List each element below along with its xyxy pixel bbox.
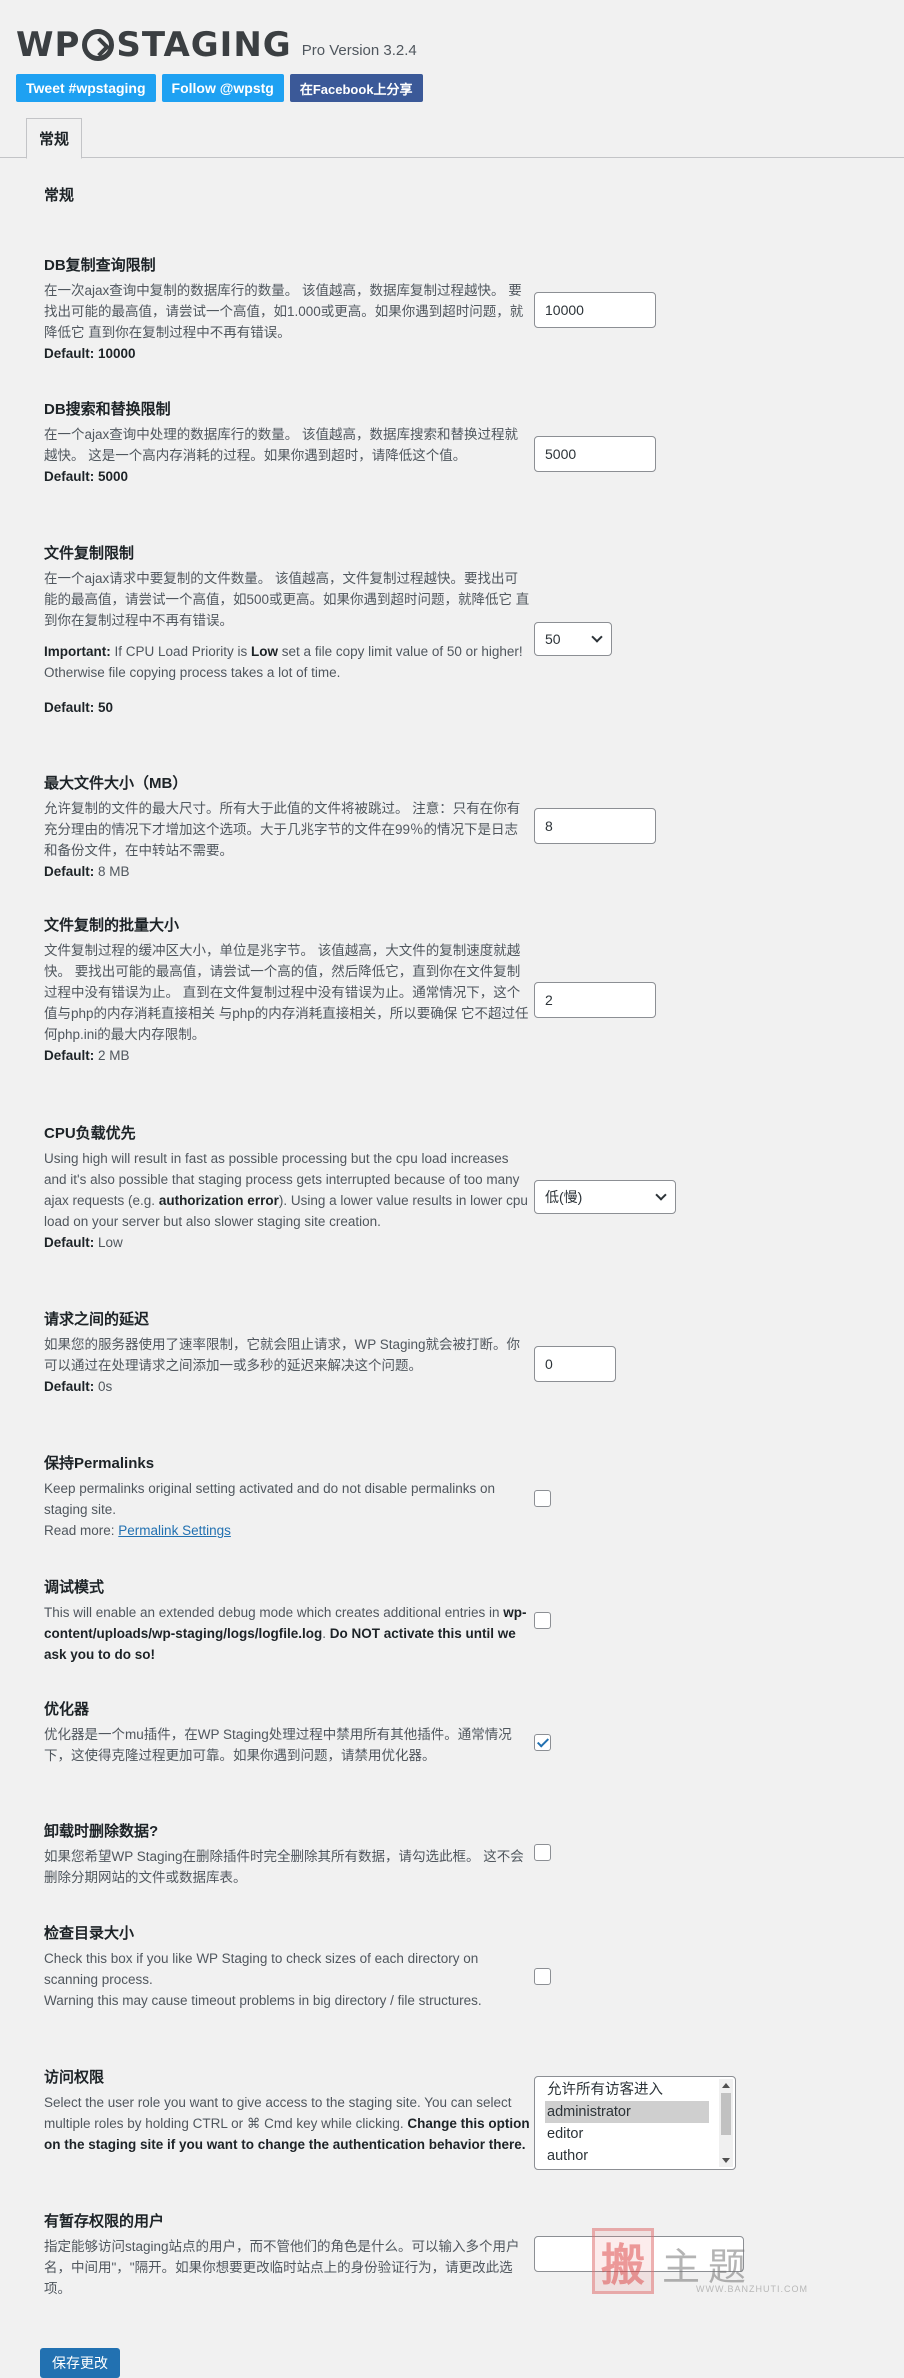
watermark-logo: 搬 — [592, 2228, 654, 2294]
setting-uninstall-delete-data: 卸载时删除数据? 如果您希望WP Staging在删除插件时完全删除其所有数据，… — [44, 1820, 864, 1888]
setting-title: 卸载时删除数据? — [44, 1823, 159, 1840]
default-value: 10000 — [98, 346, 136, 361]
setting-warning: Warning this may cause timeout problems … — [44, 1993, 482, 2008]
setting-title: 优化器 — [44, 1701, 90, 1718]
permalink-settings-link[interactable]: Permalink Settings — [118, 1523, 231, 1538]
setting-check-directory-size: 检查目录大小 Check this box if you like WP Sta… — [44, 1922, 864, 2011]
setting-description: Keep permalinks original setting activat… — [44, 1481, 496, 1517]
request-delay-input[interactable]: 0 — [534, 1346, 616, 1382]
db-search-replace-input[interactable]: 5000 — [534, 436, 656, 472]
important-note: Important: If CPU Load Priority is Low s… — [44, 644, 523, 680]
setting-description: 允许复制的文件的最大尺寸。所有大于此值的文件将被跳过。 注意：只有在你有充分理由… — [44, 801, 521, 858]
setting-request-delay: 请求之间的延迟 如果您的服务器使用了速率限制，它就会阻止请求，WP Stagin… — [44, 1308, 864, 1397]
save-changes-button[interactable]: 保存更改 — [40, 2348, 120, 2378]
db-copy-limit-input[interactable]: 10000 — [534, 292, 656, 328]
uninstall-delete-checkbox[interactable] — [534, 1844, 551, 1861]
default-value: Low — [94, 1235, 123, 1250]
keep-permalinks-checkbox[interactable] — [534, 1490, 551, 1507]
setting-file-batch-size: 文件复制的批量大小 文件复制过程的缓冲区大小，单位是兆字节。 该值越高，大文件的… — [44, 914, 864, 1066]
watermark: 搬 主题 WWW.BANZHUTI.COM — [592, 2228, 832, 2300]
setting-keep-permalinks: 保持Permalinks Keep permalinks original se… — [44, 1452, 864, 1541]
chevron-down-icon — [655, 1189, 667, 1201]
scroll-up-icon[interactable] — [722, 2083, 730, 2088]
setting-description: 指定能够访问staging站点的用户，而不管他们的角色是什么。可以输入多个用户名… — [44, 2239, 520, 2296]
role-option[interactable]: administrator — [545, 2101, 709, 2123]
setting-debug-mode: 调试模式 This will enable an extended debug … — [44, 1576, 864, 1665]
access-roles-listbox[interactable]: 允许所有访客进入 administrator editor author — [534, 2076, 736, 2170]
setting-db-copy-limit: DB复制查询限制 在一次ajax查询中复制的数据库行的数量。 该值越高，数据库复… — [44, 254, 864, 364]
setting-title: 最大文件大小（MB） — [44, 775, 188, 792]
default-value: 0s — [94, 1379, 113, 1394]
file-copy-limit-select[interactable]: 50 — [534, 622, 612, 656]
settings-tabs: 常规 — [0, 116, 904, 159]
setting-description: Select the user role you want to give ac… — [44, 2095, 530, 2152]
setting-title: 文件复制限制 — [44, 545, 135, 562]
setting-description: 在一次ajax查询中复制的数据库行的数量。 该值越高，数据库复制过程越快。 要找… — [44, 283, 524, 340]
version-label: Pro Version 3.2.4 — [301, 42, 417, 59]
check-directory-size-checkbox[interactable] — [534, 1968, 551, 1985]
watermark-text: 主题 — [662, 2247, 755, 2289]
default-value: Default: 50 — [44, 700, 114, 715]
max-file-size-input[interactable]: 8 — [534, 808, 656, 844]
role-option[interactable]: 允许所有访客进入 — [545, 2079, 709, 2101]
setting-title: CPU负载优先 — [44, 1125, 136, 1142]
setting-optimizer: 优化器 优化器是一个mu插件，在WP Staging处理过程中禁用所有其他插件。… — [44, 1698, 864, 1766]
file-batch-size-input[interactable]: 2 — [534, 982, 656, 1018]
setting-description: This will enable an extended debug mode … — [44, 1605, 527, 1662]
setting-description: Check this box if you like WP Staging to… — [44, 1951, 479, 1987]
setting-file-copy-limit: 文件复制限制 在一个ajax请求中要复制的文件数量。 该值越高，文件复制过程越快… — [44, 542, 864, 718]
setting-title: 调试模式 — [44, 1579, 105, 1596]
setting-description: 如果您希望WP Staging在删除插件时完全删除其所有数据，请勾选此框。 这不… — [44, 1849, 524, 1885]
setting-title: DB搜索和替换限制 — [44, 401, 171, 418]
scroll-down-icon[interactable] — [722, 2158, 730, 2163]
role-option[interactable]: author — [545, 2145, 709, 2167]
chevron-down-icon — [591, 631, 603, 643]
setting-title: 访问权限 — [44, 2069, 105, 2086]
default-value: 5000 — [98, 469, 129, 484]
default-value: 2 MB — [94, 1048, 130, 1063]
setting-max-file-size: 最大文件大小（MB） 允许复制的文件的最大尺寸。所有大于此值的文件将被跳过。 注… — [44, 772, 864, 882]
setting-db-search-replace-limit: DB搜索和替换限制 在一个ajax查询中处理的数据库行的数量。 该值越高，数据库… — [44, 398, 864, 487]
header: WP STAGING Pro Version 3.2.4 Tweet #wpsta… — [0, 0, 904, 102]
setting-title: 文件复制的批量大小 — [44, 917, 180, 934]
tweet-button[interactable]: Tweet #wpstaging — [16, 74, 156, 102]
default-value: 8 MB — [94, 864, 130, 879]
setting-title: DB复制查询限制 — [44, 257, 156, 274]
social-buttons: Tweet #wpstaging Follow @wpstg 在Facebook… — [16, 74, 888, 102]
setting-description: 在一个ajax查询中处理的数据库行的数量。 该值越高，数据库搜索和替换过程就越快… — [44, 427, 519, 463]
follow-button[interactable]: Follow @wpstg — [161, 74, 284, 102]
watermark-url: WWW.BANZHUTI.COM — [696, 2284, 808, 2294]
logo-arrow-icon — [82, 29, 115, 61]
setting-description: 如果您的服务器使用了速率限制，它就会阻止请求，WP Staging就会被打断。你… — [44, 1337, 521, 1373]
scroll-thumb[interactable] — [721, 2093, 731, 2135]
role-option[interactable]: editor — [545, 2123, 709, 2145]
setting-cpu-load-priority: CPU负载优先 Using high will result in fast a… — [44, 1122, 864, 1253]
facebook-share-button[interactable]: 在Facebook上分享 — [289, 74, 423, 102]
tab-general[interactable]: 常规 — [26, 118, 83, 159]
section-title: 常规 — [44, 187, 75, 204]
setting-title: 有暂存权限的用户 — [44, 2213, 165, 2230]
listbox-scrollbar[interactable] — [719, 2079, 733, 2167]
debug-mode-checkbox[interactable] — [534, 1612, 551, 1629]
read-more: Read more: Permalink Settings — [44, 1523, 231, 1538]
setting-title: 检查目录大小 — [44, 1925, 135, 1942]
optimizer-checkbox[interactable] — [534, 1734, 551, 1751]
setting-description: 优化器是一个mu插件，在WP Staging处理过程中禁用所有其他插件。通常情况… — [44, 1727, 512, 1763]
setting-description: Using high will result in fast as possib… — [44, 1151, 528, 1229]
setting-access-permissions: 访问权限 Select the user role you want to gi… — [44, 2066, 864, 2170]
setting-description: 在一个ajax请求中要复制的文件数量。 该值越高，文件复制过程越快。要找出可能的… — [44, 571, 530, 628]
setting-description: 文件复制过程的缓冲区大小，单位是兆字节。 该值越高，大文件的复制速度就越快。 要… — [44, 943, 529, 1042]
cpu-load-select[interactable]: 低(慢) — [534, 1180, 676, 1214]
setting-title: 请求之间的延迟 — [44, 1311, 150, 1328]
setting-title: 保持Permalinks — [44, 1455, 155, 1472]
wp-staging-logo: WP STAGING — [16, 25, 292, 65]
